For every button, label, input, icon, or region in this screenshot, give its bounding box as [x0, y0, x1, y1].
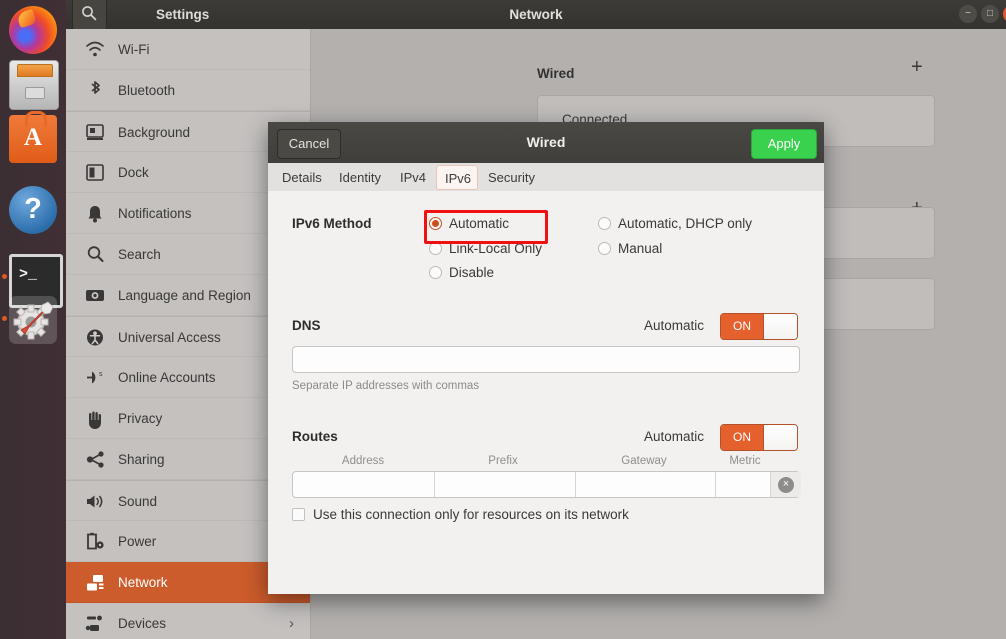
routes-col-prefix: Prefix [453, 455, 553, 467]
sidebar-item-wifi[interactable]: Wi-Fi [66, 29, 310, 70]
dns-hint: Separate IP addresses with commas [292, 380, 479, 392]
radio-indicator [429, 217, 442, 230]
dns-label: DNS [292, 318, 321, 333]
routes-col-metric: Metric [700, 455, 790, 467]
close-icon: × [778, 477, 794, 493]
tab-ipv6[interactable]: IPv6 [436, 165, 478, 190]
network-icon [84, 562, 106, 603]
tab-details[interactable]: Details [274, 165, 328, 190]
toggle-on-label: ON [721, 314, 763, 339]
radio-indicator [598, 217, 611, 230]
sidebar-item-label: Devices [118, 603, 166, 639]
radio-indicator [598, 242, 611, 255]
sidebar-item-label: Wi-Fi [118, 29, 149, 70]
dock-running-dot-settings [2, 316, 7, 321]
settings-gear-wrench-icon [9, 296, 57, 344]
maximize-icon: □ [981, 5, 999, 23]
routes-col-gateway: Gateway [594, 455, 694, 467]
toggle-on-label: ON [721, 425, 763, 450]
sharing-icon [84, 439, 106, 480]
speaker-icon [84, 481, 106, 522]
dock-item-ubuntu-software[interactable] [9, 115, 57, 163]
dns-automatic-toggle[interactable]: ON [720, 313, 798, 340]
tab-ipv4[interactable]: IPv4 [392, 165, 434, 190]
dock-item-files[interactable] [9, 60, 59, 110]
sidebar-item-label: Notifications [118, 193, 192, 234]
search-icon [84, 234, 106, 275]
radio-label: Automatic [449, 213, 509, 235]
ubuntu-dock [0, 0, 66, 639]
bell-icon [84, 193, 106, 234]
dock-icon [84, 152, 106, 193]
sidebar-item-label: Dock [118, 152, 149, 193]
routes-automatic-label: Automatic [644, 429, 704, 444]
radio-indicator [429, 266, 442, 279]
sidebar-item-label: Search [118, 234, 161, 275]
sidebar-item-label: Background [118, 112, 190, 153]
checkbox-label: Use this connection only for resources o… [313, 505, 629, 525]
page-title: Network [66, 0, 1006, 29]
sidebar-item-bluetooth[interactable]: Bluetooth [66, 70, 310, 111]
radio-label: Disable [449, 262, 494, 284]
add-wired-button[interactable]: + [911, 56, 923, 79]
delete-route-button[interactable]: × [770, 472, 801, 497]
dns-automatic-label: Automatic [644, 318, 704, 333]
dock-item-help[interactable] [9, 186, 57, 234]
radio-label: Automatic, DHCP only [618, 213, 752, 235]
dialog-tabbar: Details Identity IPv4 IPv6 Security [268, 163, 824, 192]
tab-identity[interactable]: Identity [330, 165, 390, 190]
toggle-knob [763, 425, 798, 450]
window-titlebar: Settings Network − □ [66, 0, 1006, 30]
sidebar-item-label: Universal Access [118, 317, 221, 358]
wired-section-title: Wired [537, 66, 574, 81]
radio-label: Link-Local Only [449, 238, 542, 260]
route-metric-input[interactable] [716, 472, 770, 497]
sidebar-item-label: Privacy [118, 398, 162, 439]
sidebar-item-label: Language and Region [118, 275, 251, 316]
dock-item-settings[interactable] [9, 296, 57, 344]
dialog-title: Wired [268, 122, 824, 163]
radio-label: Manual [618, 238, 662, 260]
window-minimize-button[interactable]: − [959, 5, 977, 23]
sidebar-item-label: Power [118, 521, 156, 562]
online-accounts-icon: s [84, 357, 106, 398]
routes-automatic-toggle[interactable]: ON [720, 424, 798, 451]
route-prefix-input[interactable] [435, 472, 576, 497]
radio-indicator [429, 242, 442, 255]
dns-input[interactable] [292, 346, 800, 373]
sidebar-item-label: Sharing [118, 439, 165, 480]
sidebar-item-label: Sound [118, 481, 157, 522]
wifi-icon [84, 29, 106, 70]
tab-security[interactable]: Security [480, 165, 538, 190]
privacy-hand-icon [84, 398, 106, 439]
sidebar-item-label: Bluetooth [118, 70, 175, 111]
background-icon [84, 112, 106, 153]
dock-item-firefox[interactable] [9, 6, 57, 54]
power-battery-icon [84, 521, 106, 562]
svg-text:s: s [99, 371, 103, 378]
language-icon [84, 275, 106, 316]
checkbox-indicator [292, 508, 305, 521]
routes-col-address: Address [313, 455, 413, 467]
dialog-body [268, 191, 824, 594]
minimize-icon: − [959, 5, 977, 23]
bluetooth-icon [84, 70, 106, 111]
toggle-knob [763, 314, 798, 339]
apply-button[interactable]: Apply [751, 129, 817, 159]
dock-running-dot-terminal [2, 274, 7, 279]
accessibility-icon [84, 317, 106, 358]
sidebar-item-label: Network [118, 562, 168, 603]
route-gateway-input[interactable] [576, 472, 716, 497]
ipv6-method-label: IPv6 Method [292, 216, 372, 231]
devices-icon [84, 603, 106, 639]
sidebar-item-devices[interactable]: Devices › [66, 603, 310, 639]
route-address-input[interactable] [293, 472, 435, 497]
window-maximize-button[interactable]: □ [981, 5, 999, 23]
table-row: × [292, 471, 800, 498]
sidebar-item-label: Online Accounts [118, 357, 216, 398]
dialog-header: Cancel Wired Apply [268, 122, 824, 163]
routes-label: Routes [292, 429, 338, 444]
chevron-right-icon: › [289, 603, 294, 639]
